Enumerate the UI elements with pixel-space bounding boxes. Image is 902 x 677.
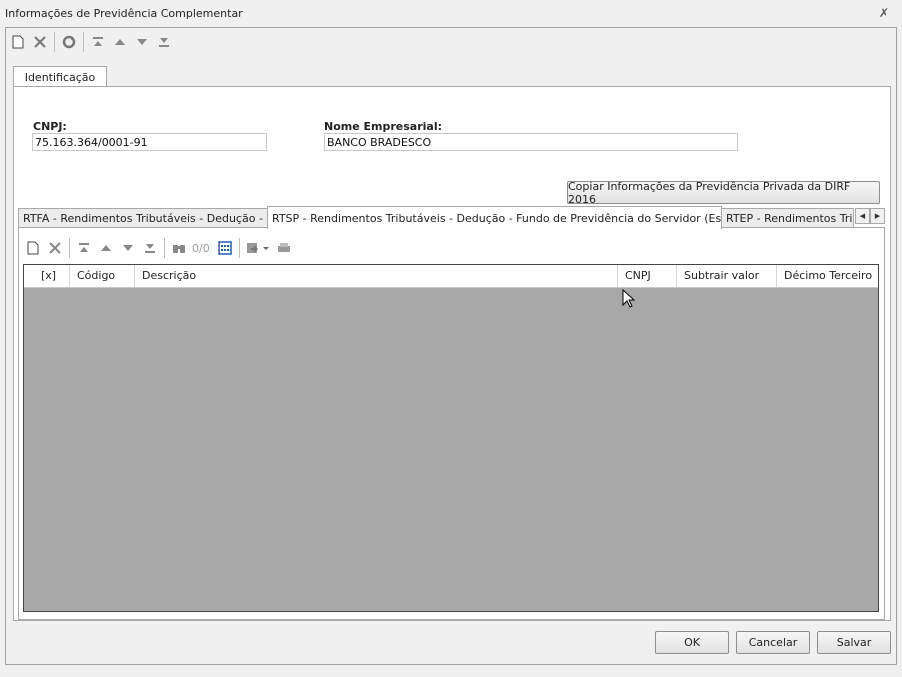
tab-scroll-right-icon[interactable]: ▶ xyxy=(870,208,885,224)
cancel-button[interactable]: Cancelar xyxy=(736,631,810,654)
col-subtrair-valor[interactable]: Subtrair valor xyxy=(677,265,777,287)
main-toolbar xyxy=(7,32,175,52)
close-icon[interactable]: ✗ xyxy=(879,6,889,20)
grid-delete-icon[interactable] xyxy=(44,238,66,258)
import-dropdown-icon[interactable] xyxy=(243,238,273,258)
grid-move-last-icon[interactable] xyxy=(139,238,161,258)
cnpj-label: CNPJ: xyxy=(33,120,67,133)
move-up-icon[interactable] xyxy=(109,32,131,52)
move-first-icon[interactable] xyxy=(87,32,109,52)
col-decimo-terceiro[interactable]: Décimo Terceiro xyxy=(777,265,878,287)
move-down-icon[interactable] xyxy=(131,32,153,52)
grid-move-up-icon[interactable] xyxy=(95,238,117,258)
delete-record-icon[interactable] xyxy=(29,32,51,52)
col-cnpj[interactable]: CNPJ xyxy=(618,265,677,287)
nome-empresarial-label: Nome Empresarial: xyxy=(324,120,443,133)
binoculars-icon[interactable] xyxy=(168,238,190,258)
print-icon[interactable] xyxy=(273,238,295,258)
col-descricao[interactable]: Descrição xyxy=(135,265,618,287)
col-select[interactable]: [x] xyxy=(24,265,70,287)
tab-rtep[interactable]: RTEP - Rendimentos Tributáveis - Dedução… xyxy=(721,208,854,227)
mouse-cursor-icon xyxy=(622,289,636,308)
move-last-icon[interactable] xyxy=(153,32,175,52)
tab-identificacao[interactable]: Identificação xyxy=(13,66,107,88)
copy-dirf-button[interactable]: Copiar Informações da Previdência Privad… xyxy=(567,180,880,206)
record-counter: 0/0 xyxy=(192,241,210,255)
tab-rtfa[interactable]: RTFA - Rendimentos Tributáveis - Dedução… xyxy=(18,208,268,227)
save-button[interactable]: Salvar xyxy=(817,631,891,654)
grid-move-first-icon[interactable] xyxy=(73,238,95,258)
title-bar: Informações de Previdência Complementar … xyxy=(0,0,902,27)
grid-new-icon[interactable] xyxy=(22,238,44,258)
ok-button[interactable]: OK xyxy=(655,631,729,654)
tab-scroll-left-icon[interactable]: ◀ xyxy=(855,208,870,224)
data-grid[interactable]: [x] Código Descrição CNPJ Subtrair valor… xyxy=(23,264,879,612)
new-record-icon[interactable] xyxy=(7,32,29,52)
tab-rtsp[interactable]: RTSP - Rendimentos Tributáveis - Dedução… xyxy=(267,206,722,229)
grid-toolbar: 0/0 xyxy=(22,238,295,258)
nome-empresarial-field[interactable]: BANCO BRADESCO xyxy=(324,133,738,151)
calendar-grid-icon[interactable] xyxy=(214,238,236,258)
tab-scroller: ◀ ▶ xyxy=(855,208,885,224)
refresh-icon[interactable] xyxy=(58,32,80,52)
grid-header: [x] Código Descrição CNPJ Subtrair valor… xyxy=(24,265,878,288)
cnpj-field[interactable]: 75.163.364/0001-91 xyxy=(32,133,267,151)
grid-move-down-icon[interactable] xyxy=(117,238,139,258)
col-codigo[interactable]: Código xyxy=(70,265,135,287)
window-title: Informações de Previdência Complementar xyxy=(5,7,243,20)
